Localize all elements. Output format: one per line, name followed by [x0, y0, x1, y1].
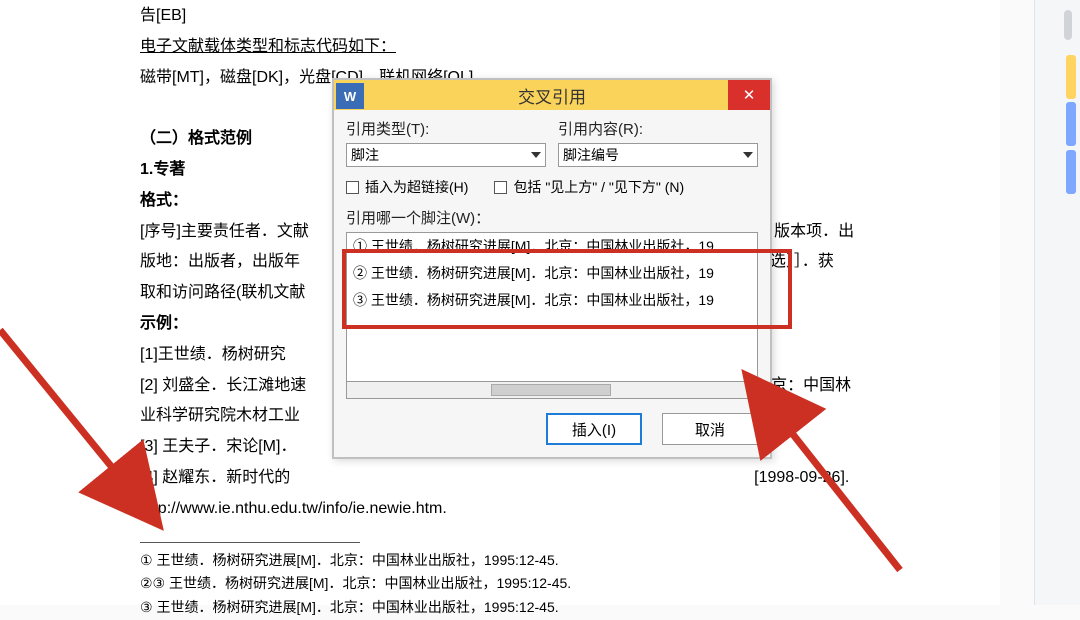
doc-line-underlined: 电子文献载体类型和标志代码如下：	[140, 33, 860, 62]
footnote-separator	[140, 542, 360, 543]
checkbox-icon	[494, 181, 507, 194]
footnote: ②③ 王世绩．杨树研究进展[M]．北京：中国林业出版社，1995:12-45.	[140, 572, 860, 596]
footnote-listbox[interactable]: ① 王世绩．杨树研究进展[M]．北京：中国林业出版社，19 ② 王世绩．杨树研究…	[346, 232, 758, 382]
checkbox-label: 包括 "见上方" / "见下方" (N)	[513, 177, 684, 197]
list-item[interactable]: ③ 王世绩．杨树研究进展[M]．北京：中国林业出版社，19	[347, 287, 757, 314]
ref-content-label: 引用内容(R):	[558, 118, 758, 139]
cross-reference-dialog: W 交叉引用 ✕ 引用类型(T): 脚注 引用内容(R): 脚注编号	[332, 78, 772, 459]
chevron-down-icon	[743, 152, 753, 158]
scrollbar-thumb[interactable]	[491, 384, 611, 396]
vertical-scrollbar-thumb[interactable]	[1064, 10, 1072, 40]
close-icon: ✕	[743, 86, 756, 104]
footnote-number-icon: ②③	[140, 572, 165, 596]
dialog-titlebar[interactable]: W 交叉引用 ✕	[334, 80, 770, 110]
checkbox-icon	[346, 181, 359, 194]
which-footnote-label: 引用哪一个脚注(W)：	[346, 207, 758, 228]
close-button[interactable]: ✕	[728, 80, 770, 110]
side-panel-tab[interactable]	[1066, 150, 1076, 194]
footnote: ③ 王世绩．杨树研究进展[M]．北京：中国林业出版社，1995:12-45.	[140, 596, 860, 620]
horizontal-scrollbar[interactable]	[346, 382, 758, 399]
footnote: ① 王世绩．杨树研究进展[M]．北京：中国林业出版社，1995:12-45.	[140, 549, 860, 573]
ref-type-combobox[interactable]: 脚注	[346, 143, 546, 167]
ref-content-value: 脚注编号	[563, 145, 619, 165]
right-sidebar	[1034, 0, 1080, 605]
include-above-below-checkbox[interactable]: 包括 "见上方" / "见下方" (N)	[494, 177, 684, 197]
insert-button[interactable]: 插入(I)	[546, 413, 642, 445]
checkbox-label: 插入为超链接(H)	[365, 177, 468, 197]
insert-hyperlink-checkbox[interactable]: 插入为超链接(H)	[346, 177, 468, 197]
footnote-number-icon: ①	[140, 549, 153, 573]
footnote-number-icon: ③	[140, 596, 153, 620]
chevron-down-icon	[531, 152, 541, 158]
list-item[interactable]: ② 王世绩．杨树研究进展[M]．北京：中国林业出版社，19	[347, 260, 757, 287]
ref-type-label: 引用类型(T):	[346, 118, 546, 139]
dialog-title: 交叉引用	[334, 83, 770, 108]
doc-line: 告[EB]	[140, 2, 860, 31]
ref-type-value: 脚注	[351, 145, 379, 165]
doc-line: [4] 赵耀东．新时代的 [1998-09-26].	[140, 464, 860, 493]
list-item[interactable]: ① 王世绩．杨树研究进展[M]．北京：中国林业出版社，19	[347, 233, 757, 260]
doc-line: http://www.ie.nthu.edu.tw/info/ie.newie.…	[140, 495, 860, 524]
cancel-button[interactable]: 取消	[662, 413, 758, 445]
side-panel-tab[interactable]	[1066, 55, 1076, 99]
side-panel-tab[interactable]	[1066, 102, 1076, 146]
ref-content-combobox[interactable]: 脚注编号	[558, 143, 758, 167]
